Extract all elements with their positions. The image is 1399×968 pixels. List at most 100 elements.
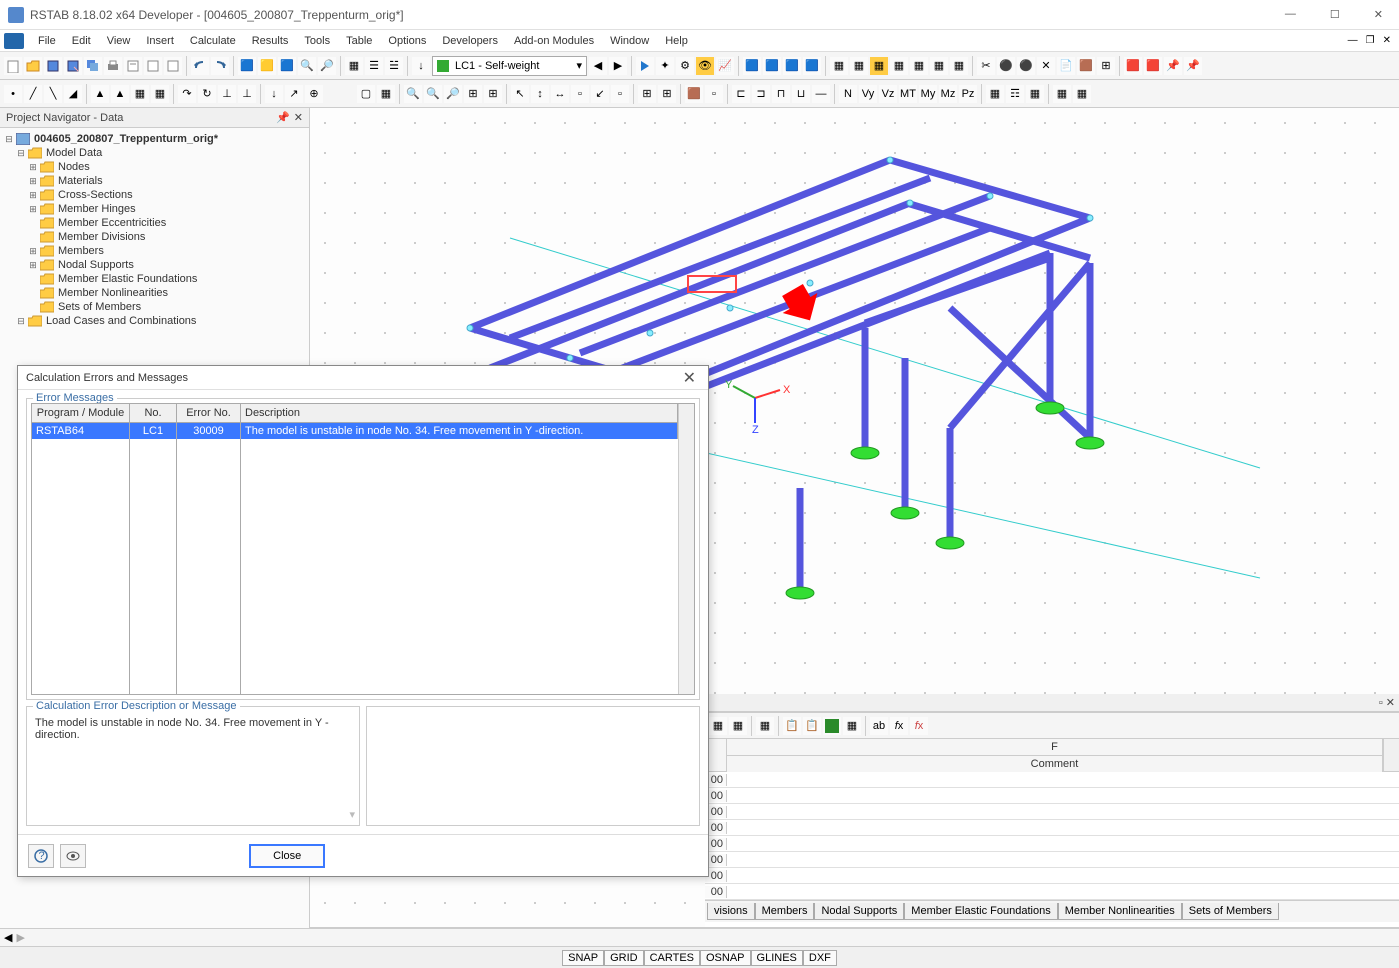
tool-icon[interactable]: ▲ xyxy=(111,85,129,103)
nav-right-icon[interactable]: ▶ xyxy=(16,931,24,944)
status-dxf[interactable]: DXF xyxy=(803,950,837,966)
tool-icon[interactable]: 🟫 xyxy=(1077,57,1095,75)
tool-icon[interactable]: ⊞ xyxy=(484,85,502,103)
tool-icon[interactable]: N xyxy=(839,85,857,103)
tool-icon[interactable]: ▦ xyxy=(850,57,868,75)
layers-icon[interactable] xyxy=(164,57,182,75)
menu-calculate[interactable]: Calculate xyxy=(182,33,244,49)
tab-nodal-supports[interactable]: Nodal Supports xyxy=(814,903,904,920)
tab-members[interactable]: Members xyxy=(755,903,815,920)
tool-icon[interactable]: ⊞ xyxy=(658,85,676,103)
tool-icon[interactable]: ▦ xyxy=(986,85,1004,103)
tree-model-data[interactable]: Model Data xyxy=(46,147,102,159)
menu-edit[interactable]: Edit xyxy=(64,33,99,49)
menu-developers[interactable]: Developers xyxy=(434,33,506,49)
error-table[interactable]: Program / Module No. Error No. Descripti… xyxy=(31,403,695,695)
tool-icon[interactable]: 🔍 xyxy=(404,85,422,103)
tree-member-ecc[interactable]: Member Eccentricities xyxy=(58,217,166,229)
tool-icon[interactable]: 🟦 xyxy=(278,57,296,75)
tool-icon[interactable]: ↕ xyxy=(531,85,549,103)
tool-icon[interactable]: ⊞ xyxy=(1097,57,1115,75)
table-scrollbar[interactable] xyxy=(678,404,694,694)
tool-icon[interactable]: ⊏ xyxy=(732,85,750,103)
tool-icon[interactable]: ▦ xyxy=(950,57,968,75)
tool-icon[interactable]: 🔍 xyxy=(424,85,442,103)
menu-results[interactable]: Results xyxy=(244,33,297,49)
maximize-button[interactable]: ☐ xyxy=(1322,4,1348,25)
tool-icon[interactable]: 🔎 xyxy=(318,57,336,75)
menu-insert[interactable]: Insert xyxy=(138,33,182,49)
tree-member-foundations[interactable]: Member Elastic Foundations xyxy=(58,273,197,285)
tree-sets-members[interactable]: Sets of Members xyxy=(58,301,141,313)
tool-icon[interactable]: ◢ xyxy=(64,85,82,103)
tab-visions[interactable]: visions xyxy=(707,903,755,920)
redo-icon[interactable] xyxy=(211,57,229,75)
tool-icon[interactable]: 🟦 xyxy=(783,57,801,75)
status-cartes[interactable]: CARTES xyxy=(644,950,700,966)
tool-icon[interactable]: 🟥 xyxy=(1144,57,1162,75)
col-desc[interactable]: Description xyxy=(241,404,678,422)
menu-addon[interactable]: Add-on Modules xyxy=(506,33,602,49)
tool-icon[interactable]: ▦ xyxy=(830,57,848,75)
tool-icon[interactable]: 🟫 xyxy=(685,85,703,103)
tool-icon[interactable]: 📈 xyxy=(716,57,734,75)
tool-icon[interactable]: ▦ xyxy=(345,57,363,75)
tool-icon[interactable]: 🟦 xyxy=(803,57,821,75)
pin-icon[interactable]: 📌 xyxy=(276,111,290,124)
view-button[interactable] xyxy=(60,844,86,868)
print-icon[interactable] xyxy=(104,57,122,75)
menu-file[interactable]: File xyxy=(30,33,64,49)
tool-icon[interactable]: ▦ xyxy=(890,57,908,75)
tool-icon[interactable]: ▦ xyxy=(1073,85,1091,103)
status-snap[interactable]: SNAP xyxy=(562,950,604,966)
tool-icon[interactable]: ▫ xyxy=(611,85,629,103)
tool-icon[interactable]: ▫ xyxy=(571,85,589,103)
tool-icon[interactable]: ☱ xyxy=(385,57,403,75)
menu-window[interactable]: Window xyxy=(602,33,657,49)
mdi-minimize-button[interactable]: — xyxy=(1344,35,1362,46)
status-grid[interactable]: GRID xyxy=(604,950,644,966)
mdi-restore-button[interactable]: ❐ xyxy=(1362,35,1379,46)
menu-view[interactable]: View xyxy=(99,33,139,49)
tool-icon[interactable]: ✂ xyxy=(977,57,995,75)
tool-icon[interactable]: ▦ xyxy=(910,57,928,75)
tool-icon[interactable]: 🟦 xyxy=(238,57,256,75)
tool-icon[interactable]: ⊞ xyxy=(638,85,656,103)
tool-icon[interactable]: ▦ xyxy=(870,57,888,75)
tree-member-div[interactable]: Member Divisions xyxy=(58,231,145,243)
tree-root[interactable]: 004605_200807_Treppenturm_orig* xyxy=(34,133,218,145)
tool-icon[interactable]: ↷ xyxy=(178,85,196,103)
table-tool-icon[interactable]: 📋 xyxy=(783,717,801,735)
tool-icon[interactable]: ↗ xyxy=(285,85,303,103)
mdi-close-button[interactable]: ✕ xyxy=(1379,35,1395,46)
panel-close-icon[interactable]: ✕ xyxy=(294,111,303,124)
tree-nodes[interactable]: Nodes xyxy=(58,161,90,173)
help-button[interactable]: ? xyxy=(28,844,54,868)
tool-icon[interactable]: 🔎 xyxy=(444,85,462,103)
tool-icon[interactable]: ✦ xyxy=(656,57,674,75)
tool-icon[interactable]: ▢ xyxy=(357,85,375,103)
tool-icon[interactable]: ▦ xyxy=(1053,85,1071,103)
tool-icon[interactable]: ↓ xyxy=(412,57,430,75)
tab-nonlinearities[interactable]: Member Nonlinearities xyxy=(1058,903,1182,920)
tree-member-nonlin[interactable]: Member Nonlinearities xyxy=(58,287,168,299)
save-icon[interactable] xyxy=(44,57,62,75)
tool-icon[interactable]: ⚙ xyxy=(676,57,694,75)
tool-icon[interactable]: Vz xyxy=(879,85,897,103)
document-icon[interactable] xyxy=(144,57,162,75)
member-icon[interactable]: ╱ xyxy=(24,85,42,103)
tab-sets-members[interactable]: Sets of Members xyxy=(1182,903,1279,920)
minimize-button[interactable]: — xyxy=(1277,4,1304,25)
status-osnap[interactable]: OSNAP xyxy=(700,950,751,966)
tool-icon[interactable]: ☶ xyxy=(1006,85,1024,103)
tool-icon[interactable]: 🟨 xyxy=(258,57,276,75)
menu-tools[interactable]: Tools xyxy=(296,33,338,49)
tree-lcc[interactable]: Load Cases and Combinations xyxy=(46,315,196,327)
tree-member-hinges[interactable]: Member Hinges xyxy=(58,203,136,215)
tab-elastic-foundations[interactable]: Member Elastic Foundations xyxy=(904,903,1057,920)
col-header-f[interactable]: F xyxy=(727,739,1383,756)
close-button[interactable]: Close xyxy=(249,844,325,868)
col-errno[interactable]: Error No. xyxy=(177,404,241,422)
undo-icon[interactable] xyxy=(191,57,209,75)
report-icon[interactable] xyxy=(124,57,142,75)
